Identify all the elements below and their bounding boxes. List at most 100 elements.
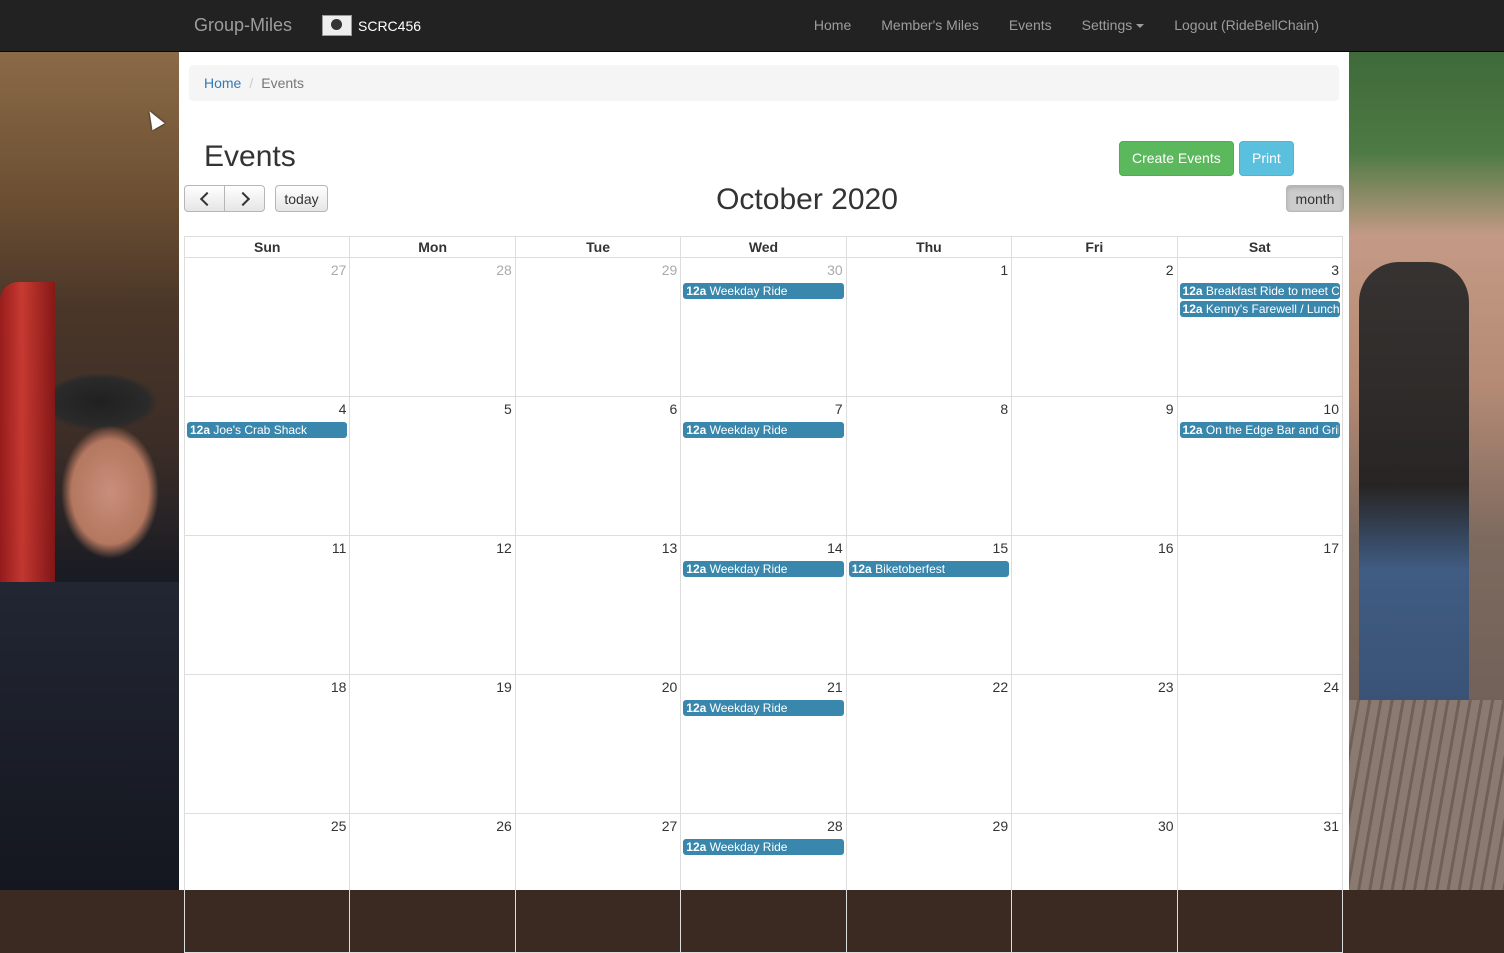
create-events-button[interactable]: Create Events (1119, 141, 1234, 176)
nav-logout[interactable]: Logout (RideBellChain) (1159, 0, 1334, 51)
weekday-header: Sat (1176, 236, 1344, 258)
weekday-header: Tue (514, 236, 682, 258)
nav-events[interactable]: Events (994, 0, 1067, 51)
calendar-day-cell[interactable]: 6 (514, 396, 682, 536)
calendar-day-cell[interactable]: 28 (349, 257, 516, 397)
calendar-day-cell[interactable]: 19 (349, 674, 516, 814)
calendar-day-cell[interactable]: 27 (514, 813, 682, 953)
calendar-day-cell[interactable]: 23 (1011, 674, 1178, 814)
breadcrumb-home[interactable]: Home (204, 75, 241, 91)
calendar-week-row: 11 12 13 14 12a Weekday Ride 15 12a Biketoberf… (183, 535, 1344, 675)
day-number: 29 (992, 818, 1009, 834)
calendar-event[interactable]: 12a Weekday Ride (683, 700, 844, 716)
calendar-day-cell[interactable]: 24 (1176, 674, 1344, 814)
calendar-day-cell[interactable]: 17 (1176, 535, 1344, 675)
day-number: 19 (496, 679, 512, 695)
nav-settings-label: Settings (1081, 17, 1133, 33)
calendar-event[interactable]: 12a Weekday Ride (683, 283, 844, 299)
day-number: 15 (992, 540, 1009, 556)
day-number: 13 (661, 540, 678, 556)
background-photo-left (0, 52, 179, 890)
calendar-day-cell[interactable]: 16 (1011, 535, 1178, 675)
calendar-event[interactable]: 12a Kenny's Farewell / Lunch (1179, 301, 1340, 317)
calendar-day-cell[interactable]: 29 (845, 813, 1013, 953)
calendar-event[interactable]: 12a Weekday Ride (683, 561, 844, 577)
day-number: 28 (827, 818, 843, 834)
weekday-header: Fri (1011, 236, 1178, 258)
event-time: 12a (686, 701, 707, 715)
calendar-day-cell[interactable]: 30 (1011, 813, 1178, 953)
brand-link[interactable]: Group-Miles (194, 15, 292, 36)
event-title: Joe's Crab Shack (213, 423, 308, 437)
calendar-day-cell[interactable]: 20 (514, 674, 682, 814)
nav-members-miles[interactable]: Member's Miles (866, 0, 994, 51)
calendar-day-cell[interactable]: 11 (183, 535, 351, 675)
calendar-day-cell[interactable]: 31 (1176, 813, 1344, 953)
weekday-header: Mon (349, 236, 516, 258)
calendar-day-cell[interactable]: 13 (514, 535, 682, 675)
breadcrumb-separator: / (249, 75, 254, 91)
calendar-day-cell[interactable]: 4 12a Joe's Crab Shack (183, 396, 351, 536)
club-link[interactable]: SCRC456 (322, 15, 421, 36)
nav-home[interactable]: Home (799, 0, 866, 51)
calendar-day-cell[interactable]: 18 (183, 674, 351, 814)
calendar-day-cell[interactable]: 15 12a Biketoberfest (845, 535, 1013, 675)
calendar-week-row: 18 19 20 21 12a Weekday Ride 22 23 24 (183, 674, 1344, 814)
calendar-day-cell[interactable]: 30 12a Weekday Ride (680, 257, 847, 397)
day-number: 3 (1331, 262, 1339, 278)
weekday-header: Sun (183, 236, 351, 258)
breadcrumb: Home / Events (189, 65, 1339, 101)
month-view-button[interactable]: month (1286, 185, 1344, 212)
event-time: 12a (1182, 284, 1203, 298)
calendar-event[interactable]: 12a Joe's Crab Shack (187, 422, 348, 438)
calendar-event[interactable]: 12a On the Edge Bar and Gril (1179, 422, 1340, 438)
calendar-day-cell[interactable]: 26 (349, 813, 516, 953)
day-number: 5 (504, 401, 512, 417)
breadcrumb-current: Events (261, 75, 305, 91)
calendar-day-cell[interactable]: 7 12a Weekday Ride (680, 396, 847, 536)
event-title: Biketoberfest (875, 562, 946, 576)
calendar-day-cell[interactable]: 10 12a On the Edge Bar and Gril (1176, 396, 1344, 536)
calendar-day-cell[interactable]: 8 (845, 396, 1013, 536)
calendar-week-row: 27 28 29 30 12a Weekday Ride 1 2 3 12a Breakfast… (183, 257, 1344, 397)
print-button[interactable]: Print (1239, 141, 1294, 176)
day-number: 10 (1323, 401, 1339, 417)
calendar-day-cell[interactable]: 2 (1011, 257, 1178, 397)
day-number: 21 (827, 679, 843, 695)
calendar-day-cell[interactable]: 9 (1011, 396, 1178, 536)
day-number: 27 (330, 262, 347, 278)
main-container: Home / Events Events Create Events Print… (179, 52, 1349, 953)
day-number: 28 (496, 262, 512, 278)
calendar-day-cell[interactable]: 22 (845, 674, 1013, 814)
calendar-day-cell[interactable]: 27 (183, 257, 351, 397)
background-person (0, 582, 179, 890)
calendar-day-cell[interactable]: 28 12a Weekday Ride (680, 813, 847, 953)
calendar-event[interactable]: 12a Breakfast Ride to meet Cl (1179, 283, 1340, 299)
event-title: Weekday Ride (709, 284, 788, 298)
calendar-day-cell[interactable]: 3 12a Breakfast Ride to meet Cl 12a Kenny'… (1176, 257, 1344, 397)
day-number: 23 (1157, 679, 1174, 695)
calendar-day-cell[interactable]: 25 (183, 813, 351, 953)
page-title: Events (204, 140, 296, 173)
nav-menu: Home Member's Miles Events Settings Logo… (799, 0, 1334, 51)
calendar-day-cell[interactable]: 29 (514, 257, 682, 397)
club-logo-icon (322, 15, 352, 36)
event-title: Breakfast Ride to meet Cl (1205, 284, 1340, 298)
event-title: Weekday Ride (709, 423, 788, 437)
calendar-day-cell[interactable]: 14 12a Weekday Ride (680, 535, 847, 675)
calendar-day-cell[interactable]: 12 (349, 535, 516, 675)
day-number: 16 (1157, 540, 1174, 556)
calendar-day-cell[interactable]: 21 12a Weekday Ride (680, 674, 847, 814)
calendar-event[interactable]: 12a Weekday Ride (683, 422, 844, 438)
calendar-day-cell[interactable]: 1 (845, 257, 1013, 397)
event-time: 12a (686, 423, 707, 437)
event-time: 12a (686, 840, 707, 854)
day-number: 22 (992, 679, 1009, 695)
event-time: 12a (1182, 423, 1203, 437)
calendar-event[interactable]: 12a Biketoberfest (848, 561, 1010, 577)
event-title: Weekday Ride (709, 701, 788, 715)
nav-settings-dropdown[interactable]: Settings (1067, 0, 1160, 51)
calendar-day-cell[interactable]: 5 (349, 396, 516, 536)
calendar-week-row: 4 12a Joe's Crab Shack 5 6 7 12a Weekday Ride… (183, 396, 1344, 536)
calendar-event[interactable]: 12a Weekday Ride (683, 839, 844, 855)
